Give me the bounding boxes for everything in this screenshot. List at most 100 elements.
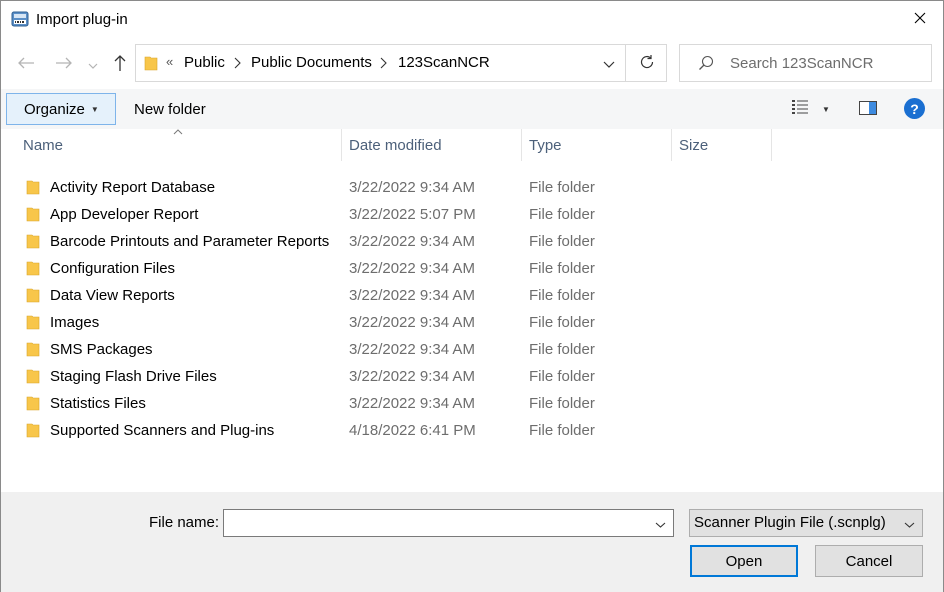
file-type: File folder (529, 368, 595, 385)
file-type: File folder (529, 314, 595, 331)
chevron-down-icon (88, 56, 98, 72)
organize-button[interactable]: Organize ▼ (6, 93, 116, 125)
folder-icon (26, 260, 40, 279)
file-type: File folder (529, 341, 595, 358)
file-row[interactable]: Staging Flash Drive Files 3/22/2022 9:34 … (21, 363, 781, 390)
file-type: File folder (529, 395, 595, 412)
file-date-modified: 3/22/2022 9:34 AM (349, 314, 475, 331)
file-type-select[interactable]: Scanner Plugin File (.scnplg) (689, 509, 923, 537)
up-button[interactable] (109, 53, 131, 75)
file-name: SMS Packages (50, 341, 153, 358)
file-date-modified: 3/22/2022 9:34 AM (349, 260, 475, 277)
file-type: File folder (529, 206, 595, 223)
file-row[interactable]: Data View Reports 3/22/2022 9:34 AM File f… (21, 282, 781, 309)
address-bar[interactable]: « Public Public Documents 123ScanNCR (135, 44, 667, 82)
chevron-down-icon (655, 515, 666, 531)
column-name[interactable]: Name (23, 129, 63, 161)
file-name-combobox[interactable] (223, 509, 674, 537)
file-type: File folder (529, 287, 595, 304)
column-header-row: Name Date modified Type Size (1, 129, 943, 161)
open-button[interactable]: Open (690, 545, 798, 577)
chevron-down-icon (904, 515, 915, 531)
search-input[interactable]: Search 123ScanNCR (679, 44, 932, 82)
search-placeholder: Search 123ScanNCR (730, 55, 874, 72)
command-toolbar: Organize ▼ New folder ▼ ? (1, 89, 943, 129)
breadcrumb-123scanncr[interactable]: 123ScanNCR (398, 54, 490, 71)
folder-icon (26, 395, 40, 414)
help-icon: ? (910, 100, 919, 117)
column-divider[interactable] (671, 129, 672, 161)
chevron-right-icon[interactable] (380, 56, 387, 72)
folder-icon (26, 179, 40, 198)
chevron-right-icon[interactable] (234, 56, 241, 72)
file-date-modified: 3/22/2022 5:07 PM (349, 206, 476, 223)
help-button[interactable]: ? (904, 98, 925, 119)
column-size[interactable]: Size (679, 129, 708, 161)
file-name: Statistics Files (50, 395, 146, 412)
column-divider[interactable] (771, 129, 772, 161)
file-name: Images (50, 314, 100, 331)
change-view-button[interactable] (790, 98, 810, 117)
search-icon (698, 55, 714, 74)
import-plugin-dialog: Import plug-in « Public Public Documents… (0, 0, 944, 592)
breadcrumb-public-documents[interactable]: Public Documents (251, 54, 372, 71)
file-type-dropdown-button[interactable] (900, 513, 918, 533)
breadcrumb-public[interactable]: Public (184, 54, 225, 71)
column-divider[interactable] (341, 129, 342, 161)
folder-icon (26, 233, 40, 252)
file-row[interactable]: Images 3/22/2022 9:34 AM File folder (21, 309, 781, 336)
column-type[interactable]: Type (529, 129, 562, 161)
file-row[interactable]: Configuration Files 3/22/2022 9:34 AM File… (21, 255, 781, 282)
address-history-dropdown[interactable] (594, 45, 624, 81)
file-type: File folder (529, 422, 595, 439)
view-options-caret-icon[interactable]: ▼ (822, 105, 830, 114)
preview-pane-button[interactable] (859, 100, 878, 119)
new-folder-button[interactable]: New folder (125, 93, 215, 125)
folder-icon (26, 422, 40, 441)
arrow-left-icon (17, 56, 35, 73)
window-title: Import plug-in (36, 11, 128, 28)
file-type-value: Scanner Plugin File (.scnplg) (694, 514, 886, 531)
file-name: App Developer Report (50, 206, 199, 223)
refresh-button[interactable] (626, 45, 667, 81)
recent-locations-button[interactable] (85, 53, 101, 75)
title-bar: Import plug-in (1, 1, 943, 39)
file-row[interactable]: Barcode Printouts and Parameter Reports 3… (21, 228, 781, 255)
sort-ascending-icon (173, 127, 183, 137)
file-name: Data View Reports (50, 287, 175, 304)
folder-icon (26, 368, 40, 387)
file-name-dropdown-button[interactable] (649, 512, 671, 534)
breadcrumb-overflow[interactable]: « (166, 54, 173, 69)
file-name-field[interactable] (226, 512, 646, 534)
column-date-modified[interactable]: Date modified (349, 129, 442, 161)
file-type: File folder (529, 233, 595, 250)
column-divider[interactable] (521, 129, 522, 161)
file-name: Staging Flash Drive Files (50, 368, 217, 385)
folder-icon (26, 341, 40, 360)
caret-down-icon: ▼ (90, 104, 99, 114)
folder-icon (26, 314, 40, 333)
organize-label: Organize (24, 100, 85, 118)
file-row[interactable]: Statistics Files 3/22/2022 9:34 AM File fo… (21, 390, 781, 417)
file-row[interactable]: Supported Scanners and Plug-ins 4/18/2022… (21, 417, 781, 444)
file-date-modified: 3/22/2022 9:34 AM (349, 179, 475, 196)
file-date-modified: 3/22/2022 9:34 AM (349, 368, 475, 385)
file-list: Name Date modified Type Size Activity Re… (1, 129, 943, 492)
cancel-button[interactable]: Cancel (815, 545, 923, 577)
forward-button[interactable] (53, 53, 75, 75)
folder-icon (144, 55, 158, 74)
file-row[interactable]: App Developer Report 3/22/2022 5:07 PM Fil… (21, 201, 781, 228)
close-icon (914, 11, 926, 27)
file-name: Supported Scanners and Plug-ins (50, 422, 275, 439)
file-row[interactable]: Activity Report Database 3/22/2022 9:34 A… (21, 174, 781, 201)
file-row[interactable]: SMS Packages 3/22/2022 9:34 AM File folder (21, 336, 781, 363)
close-button[interactable] (897, 1, 943, 37)
refresh-icon (639, 54, 655, 73)
file-date-modified: 3/22/2022 9:34 AM (349, 233, 475, 250)
file-type: File folder (529, 179, 595, 196)
file-date-modified: 3/22/2022 9:34 AM (349, 395, 475, 412)
back-button[interactable] (15, 53, 37, 75)
file-name: Activity Report Database (50, 179, 216, 196)
folder-icon (26, 206, 40, 225)
arrow-up-icon (113, 54, 127, 75)
